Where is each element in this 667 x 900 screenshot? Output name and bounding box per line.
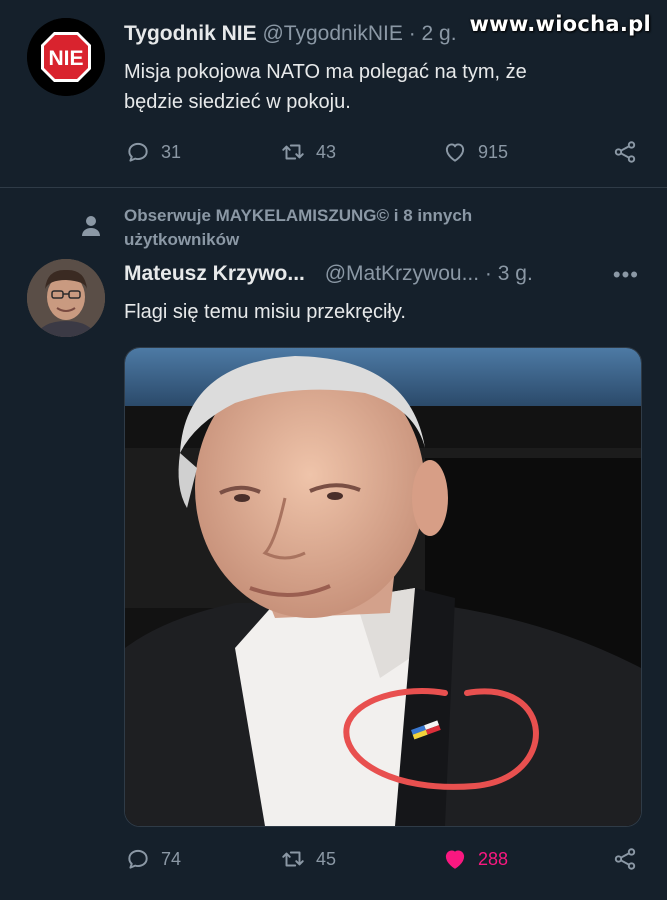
tweet-image[interactable] bbox=[124, 347, 642, 827]
like-button[interactable]: 915 bbox=[442, 139, 508, 165]
reply-button[interactable]: 31 bbox=[125, 139, 181, 165]
timestamp[interactable]: · 2 g. bbox=[409, 22, 457, 45]
share-icon bbox=[614, 141, 636, 163]
tweet-text: Misja pokojowa NATO ma polegać na tym, ż… bbox=[124, 57, 527, 117]
avatar[interactable]: NIE bbox=[27, 18, 105, 96]
like-button[interactable]: 288 bbox=[442, 846, 508, 872]
photo-man-with-pin bbox=[125, 348, 641, 826]
social-context-line: użytkowników bbox=[124, 230, 240, 249]
retweet-button[interactable]: 43 bbox=[280, 139, 336, 165]
reply-count: 31 bbox=[161, 141, 182, 162]
reply-icon bbox=[128, 142, 148, 162]
like-count: 915 bbox=[478, 141, 509, 162]
more-options-icon[interactable]: ••• bbox=[613, 262, 639, 288]
retweet-count: 43 bbox=[316, 141, 337, 162]
heart-icon bbox=[445, 143, 465, 162]
display-name[interactable]: Tygodnik NIE bbox=[124, 22, 257, 45]
tweet-actions: 74 45 288 bbox=[0, 846, 667, 878]
stop-sign-logo: NIE bbox=[27, 18, 105, 96]
reply-count: 74 bbox=[161, 848, 182, 869]
tweet-text-line: będzie siedzieć w pokoju. bbox=[124, 91, 351, 113]
user-handle[interactable]: @MatKrzywou... bbox=[325, 262, 479, 285]
tweet-header: Tygodnik NIE @TygodnikNIE · 2 g. bbox=[124, 22, 457, 46]
retweet-button[interactable]: 45 bbox=[280, 846, 336, 872]
user-handle[interactable]: @TygodnikNIE bbox=[262, 22, 402, 45]
reply-button[interactable]: 74 bbox=[125, 846, 181, 872]
retweet-count: 45 bbox=[316, 848, 337, 869]
svg-text:NIE: NIE bbox=[48, 47, 83, 70]
heart-filled-icon bbox=[445, 850, 465, 869]
retweet-icon bbox=[282, 144, 304, 160]
tweet-text-line: Misja pokojowa NATO ma polegać na tym, ż… bbox=[124, 61, 527, 83]
share-icon bbox=[614, 848, 636, 870]
tweet-text: Flagi się temu misiu przekręciły. bbox=[124, 301, 406, 323]
avatar[interactable] bbox=[27, 259, 105, 337]
watermark: www.wiocha.pl bbox=[469, 12, 651, 36]
like-count: 288 bbox=[478, 848, 509, 869]
share-button[interactable] bbox=[612, 846, 638, 872]
social-context-line: Obserwuje MAYKELAMISZUNG© i 8 innych bbox=[124, 206, 473, 225]
tweet-header: Mateusz Krzywo... @MatKrzywou... · 3 g. bbox=[124, 262, 533, 286]
divider bbox=[0, 187, 667, 188]
tweet-actions: 31 43 915 bbox=[0, 139, 667, 171]
timestamp[interactable]: · 3 g. bbox=[485, 262, 533, 285]
social-context[interactable]: Obserwuje MAYKELAMISZUNG© i 8 innych uży… bbox=[124, 204, 544, 252]
share-button[interactable] bbox=[612, 139, 638, 165]
retweet-icon bbox=[282, 851, 304, 867]
person-icon bbox=[82, 216, 100, 236]
display-name[interactable]: Mateusz Krzywo... bbox=[124, 262, 305, 285]
profile-photo bbox=[27, 259, 105, 337]
reply-icon bbox=[128, 849, 148, 869]
